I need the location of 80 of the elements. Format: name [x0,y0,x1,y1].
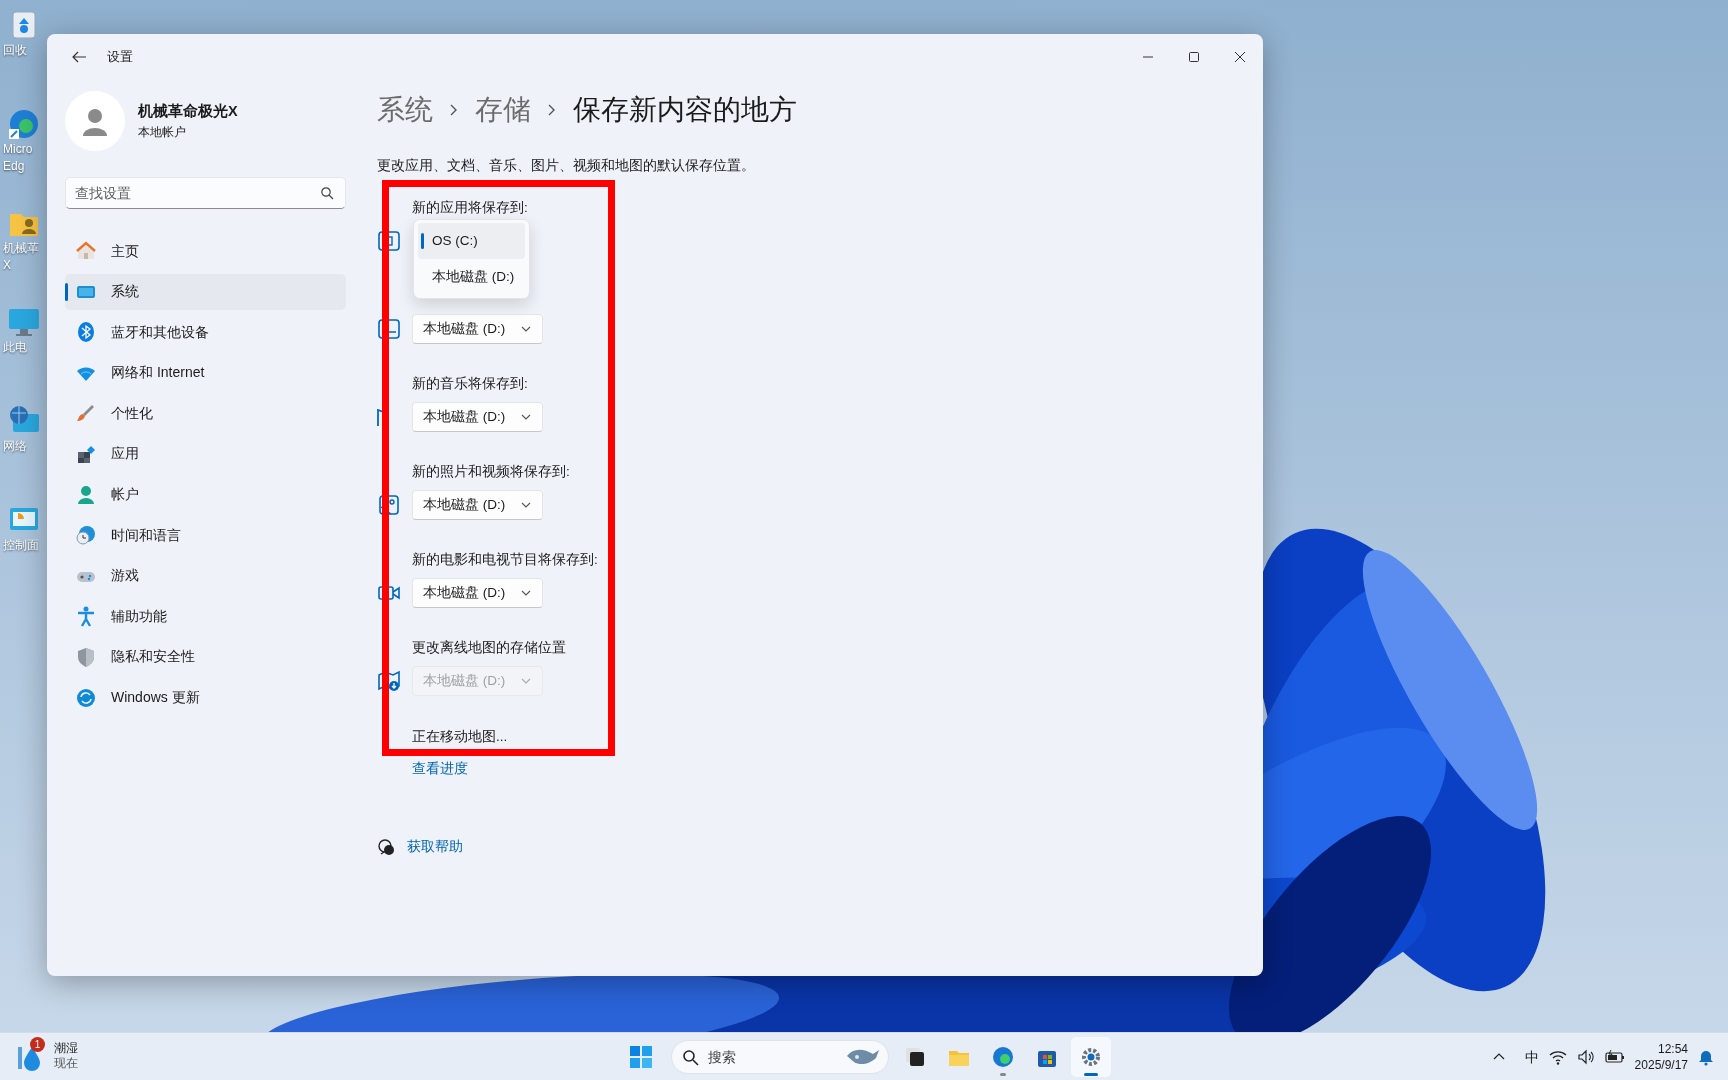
four-squares-icon [629,1045,653,1069]
dropdown[interactable]: 本地磁盘 (D:) [412,314,543,344]
desktop-icon-label: X [2,257,12,274]
shield-icon [75,645,97,668]
dropdown: 本地磁盘 (D:) [412,666,543,696]
breadcrumb-link[interactable]: 存储 [475,89,531,131]
search-icon [320,186,334,200]
arrow-left-icon [71,49,87,65]
person-icon [75,483,97,506]
help-icon [377,838,395,856]
sidebar-item[interactable]: 辅助功能 [65,598,346,635]
sidebar-item[interactable]: Windows 更新 [65,679,346,716]
accessibility-icon [75,605,97,628]
taskbar-search-field[interactable]: 搜索 [671,1040,889,1074]
gear-icon [1079,1045,1103,1069]
setting-label: 新的电影和电视节目将保存到: [412,551,599,569]
clock-date: 2025/9/17 [1634,1057,1688,1073]
desktop-icon-label: Micro [2,141,34,158]
drive-icon [377,317,401,341]
chevron-icon [547,103,557,117]
help-link[interactable]: 获取帮助 [407,837,463,857]
dropdown[interactable]: 本地磁盘 (D:) [412,578,543,608]
desktop-icon-label: 机械革 [2,240,40,257]
status-text: 正在移动地图... [412,728,509,746]
image-icon [377,493,401,517]
minimize-icon [1143,56,1153,58]
setting-label: 更改离线地图的存储位置 [412,639,567,657]
home-icon [75,240,97,262]
sidebar-item[interactable]: 系统 [65,273,346,310]
desktop-icon-label: 网络 [2,438,28,455]
browser-icon [991,1045,1015,1069]
sidebar-item[interactable]: 主页 [65,233,346,269]
sidebar-item[interactable]: 网络和 Internet [65,354,346,391]
sidebar-item[interactable]: 隐私和安全性 [65,638,346,675]
progress-link[interactable]: 查看进度 [412,759,468,779]
sidebar-item[interactable]: 应用 [65,435,346,472]
dropdown[interactable]: 本地磁盘 (D:) [412,402,543,432]
task-view-icon [903,1045,927,1069]
notification-bell-icon[interactable] [1698,1048,1714,1066]
search-field[interactable]: 查找设置 [65,177,346,209]
clock-time: 12:54 [1656,1041,1688,1057]
desktop-icon-label: Edg [2,158,26,175]
window-title: 设置 [107,48,133,66]
notification-badge: 1 [30,1037,45,1052]
search-icon [682,1049,699,1066]
setting-label: 新的应用将保存到: [412,199,529,217]
map-download-icon [377,669,401,693]
clock[interactable]: 12:54 2025/9/17 [1634,1041,1688,1073]
sidebar-item[interactable]: 蓝牙和其他设备 [65,314,346,351]
weather-condition: 潮湿 [54,1041,78,1056]
breadcrumb-link[interactable]: 系统 [377,89,433,131]
sidebar-item[interactable]: 帐户 [65,476,346,513]
close-icon [1232,49,1248,65]
page-title: 保存新内容的地方 [573,93,797,127]
maximize-icon [1186,49,1202,65]
account-name: 机械革命极光X [138,102,238,122]
setting-label: 新的照片和视频将保存到: [412,463,571,481]
dropdown[interactable]: 本地磁盘 (D:) [412,490,543,520]
weather-time: 现在 [54,1056,78,1071]
desktop-icon-label: 此电 [2,339,28,356]
volume-icon[interactable] [1576,1049,1595,1065]
sidebar-item[interactable]: 游戏 [65,557,346,594]
desktop-icon-label: 回收 [2,42,28,59]
account-type: 本地帐户 [138,123,187,141]
desktop-app-icon[interactable] [6,107,41,141]
sidebar-item[interactable]: 时间和语言 [65,517,346,554]
chevron-icon [449,103,459,117]
window-icon [377,229,401,253]
description: 更改应用、文档、音乐、图片、视频和地图的默认保存位置。 [377,157,756,175]
sidebar-item[interactable]: 个性化 [65,395,346,432]
battery-icon[interactable] [1604,1049,1625,1065]
input-method-indicator[interactable]: 中 [1524,1046,1539,1068]
dropdown-option[interactable]: 本地磁盘 (D:) [418,259,525,295]
bluetooth-icon [75,321,97,344]
desktop-icon-label: 控制面 [2,537,40,554]
setting-label: 新的音乐将保存到: [412,375,529,393]
dropdown-option[interactable]: OS (C:) [418,223,525,259]
refresh-icon [75,686,97,709]
wifi-icon[interactable] [1548,1049,1567,1065]
clock-icon [75,524,97,547]
